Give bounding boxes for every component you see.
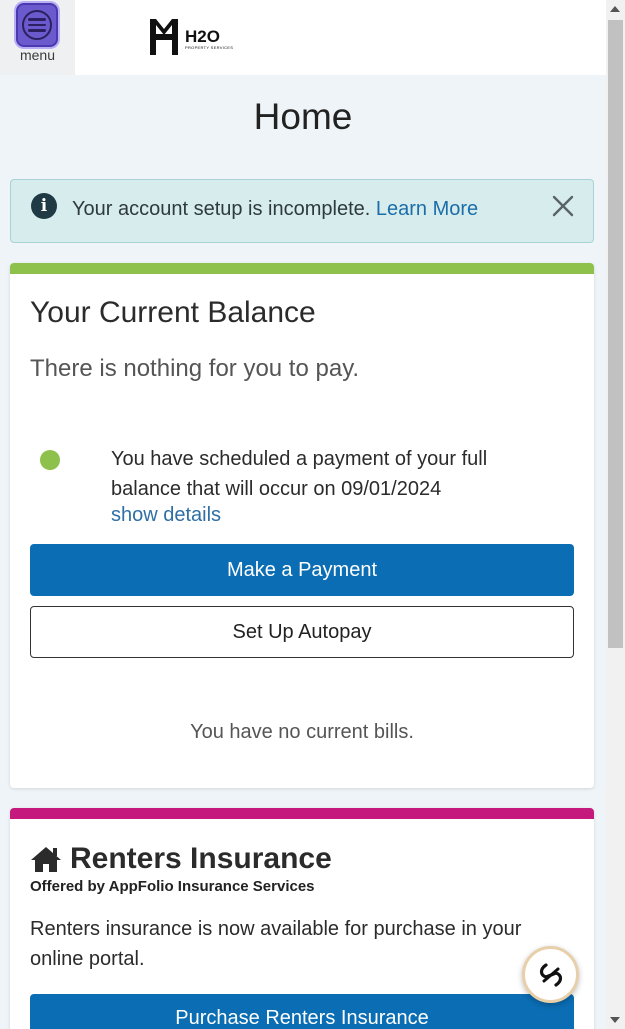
close-icon[interactable] [551, 194, 575, 218]
scroll-down-arrow-icon[interactable] [610, 1017, 620, 1023]
status-dot-icon [40, 450, 60, 470]
insurance-title-row: Renters Insurance [30, 842, 332, 876]
scroll-thumb[interactable] [608, 20, 623, 648]
menu-label: menu [19, 47, 56, 63]
scroll-up-arrow-icon[interactable] [610, 6, 620, 12]
purchase-insurance-button[interactable]: Purchase Renters Insurance [30, 994, 574, 1029]
menu-button[interactable] [16, 3, 58, 47]
learn-more-link[interactable]: Learn More [376, 198, 478, 220]
balance-card-stripe [10, 263, 594, 274]
hamburger-icon [22, 10, 52, 40]
house-icon [31, 847, 61, 872]
alert-message: Your account setup is incomplete. [72, 198, 371, 220]
page-scrollbar[interactable] [606, 0, 625, 1029]
info-icon: i [31, 193, 57, 219]
setup-autopay-button[interactable]: Set Up Autopay [30, 606, 574, 658]
viewport: menu H2O PROPERTY SERVICES Home i Your a… [0, 0, 606, 1029]
chat-bot-button[interactable] [522, 946, 579, 1003]
renters-insurance-card: Renters Insurance Offered by AppFolio In… [10, 808, 594, 1029]
alert-text: Your account setup is incomplete. Learn … [72, 198, 478, 221]
company-logo[interactable]: H2O PROPERTY SERVICES [148, 17, 248, 57]
logo-subtext: PROPERTY SERVICES [185, 45, 233, 50]
make-payment-button[interactable]: Make a Payment [30, 544, 574, 596]
balance-card: Your Current Balance There is nothing fo… [10, 263, 594, 788]
insurance-card-stripe [10, 808, 594, 819]
insurance-subtitle: Offered by AppFolio Insurance Services [30, 878, 315, 895]
chat-bot-icon [539, 962, 562, 987]
menu-container: menu [0, 0, 75, 75]
balance-title: Your Current Balance [30, 296, 316, 329]
page-title: Home [253, 96, 353, 137]
insurance-title: Renters Insurance [70, 842, 332, 875]
balance-status: There is nothing for you to pay. [30, 355, 360, 382]
scheduled-payment-text: You have scheduled a payment of your ful… [111, 448, 488, 500]
top-bar: menu H2O PROPERTY SERVICES [0, 0, 606, 75]
show-details-link[interactable]: show details [111, 504, 221, 527]
logo-text: H2O [185, 27, 220, 46]
account-setup-alert: i Your account setup is incomplete. Lear… [10, 179, 594, 243]
insurance-body: Renters insurance is now available for p… [30, 918, 522, 970]
no-bills-text: You have no current bills. [190, 721, 414, 743]
